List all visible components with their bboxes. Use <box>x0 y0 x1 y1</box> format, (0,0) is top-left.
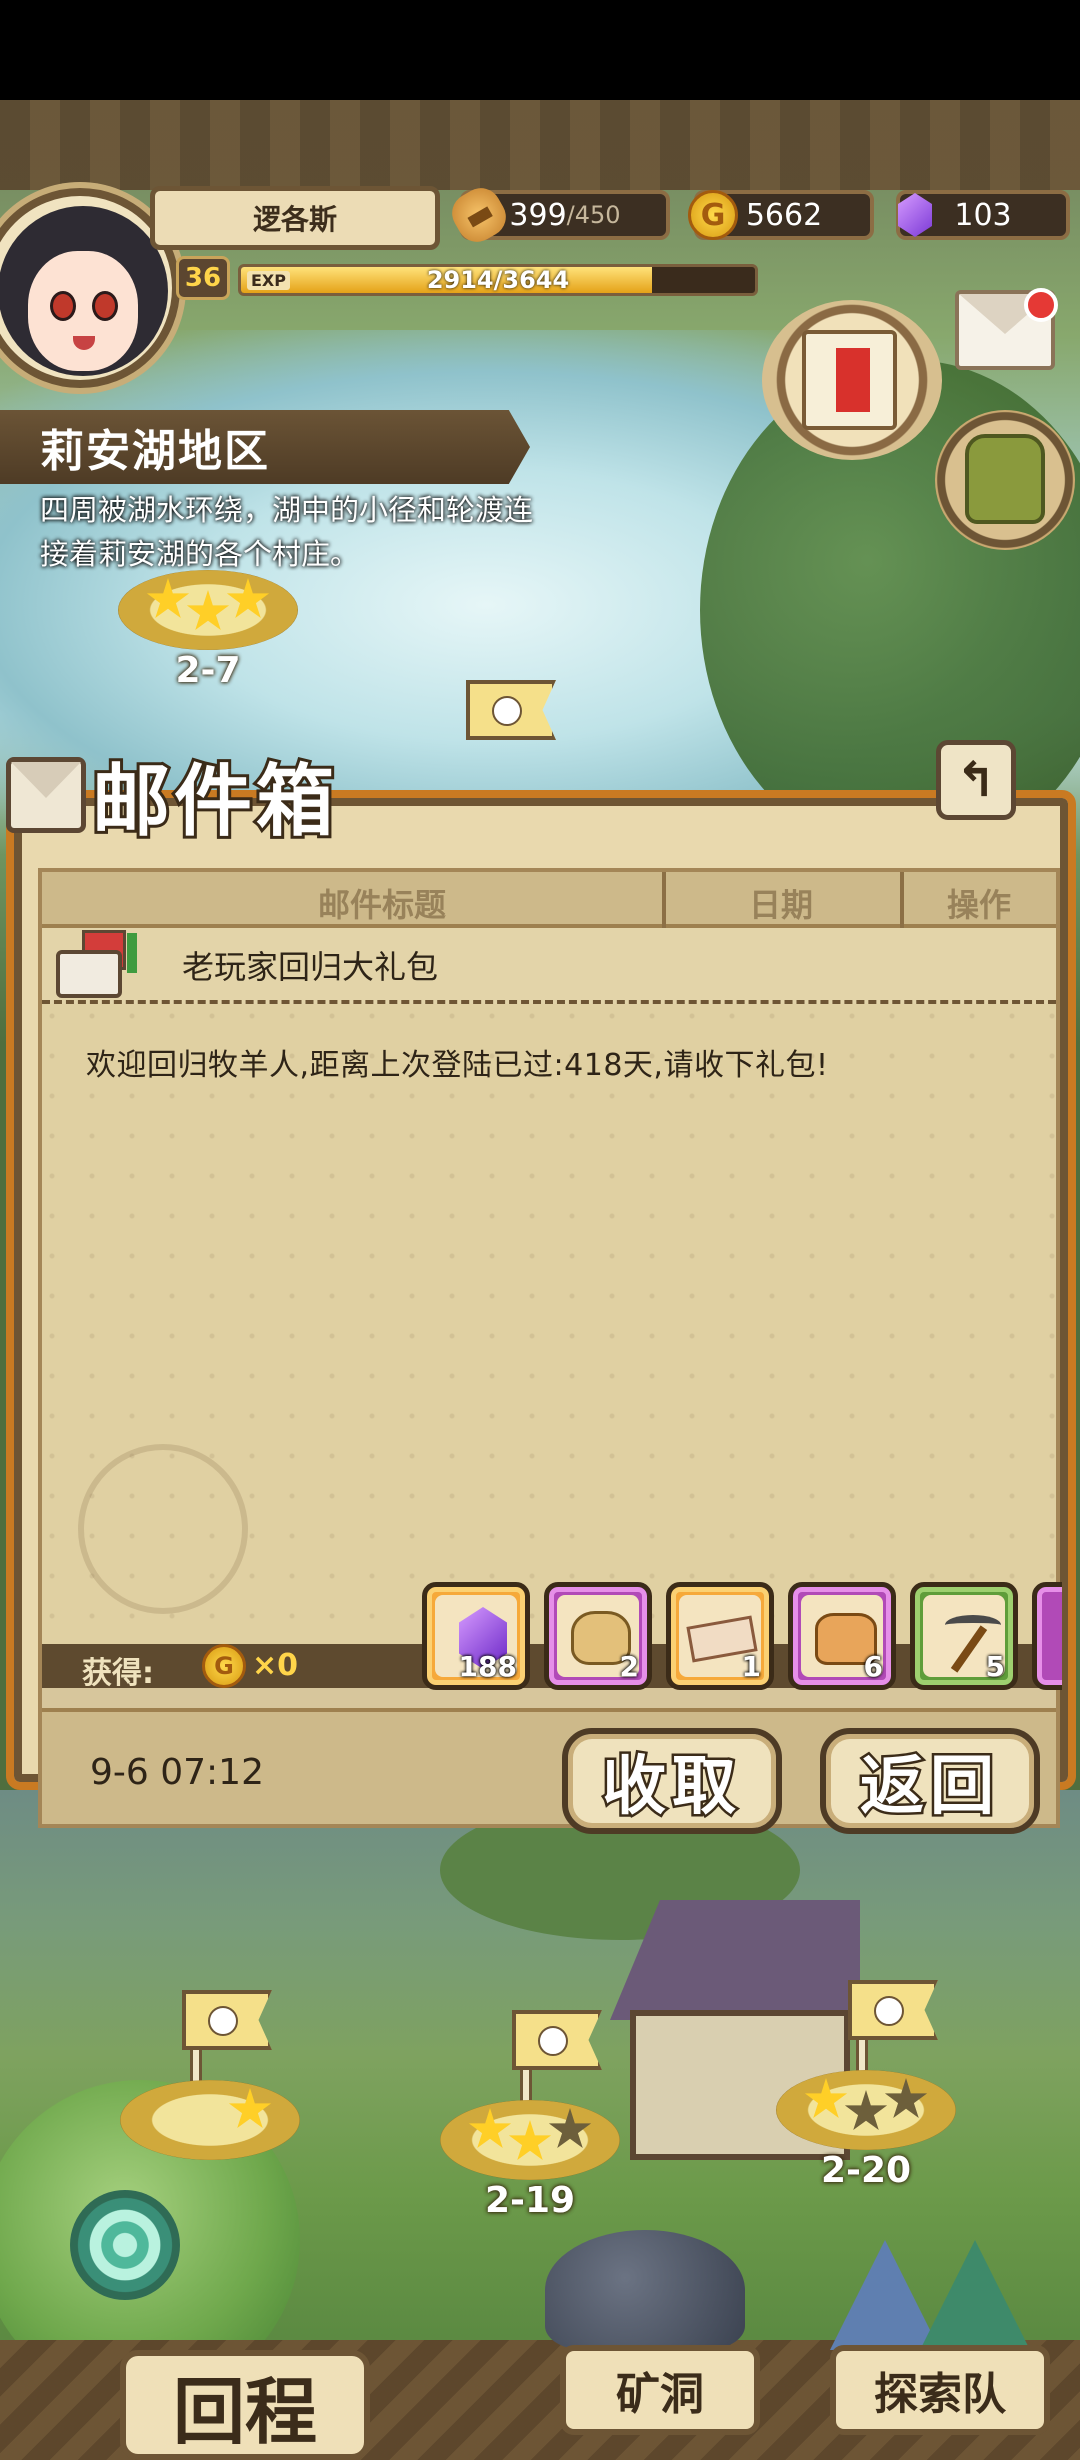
star-icon <box>844 2090 888 2131</box>
mailbox-frame: 邮件标题 日期 操作 老玩家回归大礼包 欢迎回归牧羊人,距离上次登陆已过:418… <box>6 790 1076 1834</box>
exp-value: 2914/3644 <box>426 266 570 294</box>
gem-amount: 103 <box>954 197 1012 233</box>
star-icon <box>186 590 230 631</box>
stage-label: 2-19 <box>484 2180 576 2221</box>
mail-notification-dot <box>1024 288 1058 322</box>
mailbox-envelope-icon <box>6 757 86 833</box>
return-trip-button[interactable]: 回程 <box>120 2350 370 2460</box>
star-icon <box>804 2078 848 2119</box>
envelope <box>56 950 122 998</box>
house-roof <box>610 1900 860 2020</box>
star-icon <box>226 578 270 619</box>
bread-current: 399 <box>509 197 567 233</box>
player-level-badge: 36 <box>176 256 230 300</box>
mail-subject: 老玩家回归大礼包 <box>182 948 439 986</box>
mail-item-selected[interactable]: 老玩家回归大礼包 <box>42 928 1056 1004</box>
status-bar-area <box>0 0 1080 100</box>
compass-watermark <box>78 1444 248 1614</box>
tent <box>920 2240 1030 2350</box>
exp-bar: EXP 2914/3644 <box>238 264 758 296</box>
avatar-mouth <box>73 336 95 350</box>
reward-label: 获得: <box>82 1656 154 1691</box>
avatar-eye <box>50 291 76 321</box>
mailbox-inner: 邮件标题 日期 操作 老玩家回归大礼包 欢迎回归牧羊人,距离上次登陆已过:418… <box>38 868 1062 1834</box>
bread-counter[interactable]: ▬ 399/450 <box>444 180 670 250</box>
gold-coin-icon: G <box>202 1644 246 1688</box>
mail-date: 9-6 07:12 <box>90 1752 264 1793</box>
avatar-eye <box>92 291 118 321</box>
paw-flag-icon <box>466 680 556 740</box>
reward-item-ticket[interactable]: 1 <box>666 1582 774 1690</box>
mail-table-header: 邮件标题 日期 操作 <box>42 872 1056 928</box>
star-icon <box>468 2108 512 2149</box>
stage-marker[interactable] <box>120 2080 300 2160</box>
column-subject: 邮件标题 <box>317 886 446 924</box>
mailbox-title-area: 邮件箱 <box>6 740 338 850</box>
star-icon <box>228 2088 272 2129</box>
mail-body: 欢迎回归牧羊人,距离上次登陆已过:418天,请收下礼包! <box>42 1004 1056 1644</box>
item-count: 5 <box>985 1650 1005 1683</box>
paw-flag-icon <box>182 1990 272 2050</box>
reward-gold-amount: ×0 <box>252 1648 299 1683</box>
map-wood-border <box>0 100 1080 190</box>
collect-button[interactable]: 收取 <box>562 1728 782 1834</box>
reward-item-bread-basket[interactable]: 6 <box>788 1582 896 1690</box>
star-icon <box>146 578 190 619</box>
exploration-team-button[interactable]: 探索队 <box>830 2345 1050 2435</box>
reward-item-gold-sack[interactable]: 2 <box>544 1582 652 1690</box>
tent <box>830 2240 940 2350</box>
gold-amount: 5662 <box>745 197 823 233</box>
stage-base <box>120 2080 300 2160</box>
stage-marker-2-7[interactable]: 2-7 <box>118 570 298 691</box>
gem-icon <box>890 190 940 240</box>
item-count: 188 <box>458 1650 517 1683</box>
mail-content: 欢迎回归牧羊人,距离上次登陆已过:418天,请收下礼包! <box>86 1048 829 1083</box>
quest-scroll-button[interactable] <box>762 300 942 460</box>
reward-item-partial[interactable] <box>1032 1582 1062 1690</box>
item-count: 2 <box>619 1650 639 1683</box>
stage-base <box>440 2100 620 2180</box>
stage-marker-2-19[interactable]: 2-19 <box>440 2100 620 2221</box>
avatar-face <box>28 251 138 371</box>
mine-cave-button[interactable]: 矿洞 <box>560 2345 760 2435</box>
stage-label: 2-20 <box>820 2150 912 2191</box>
backpack-icon <box>965 434 1045 524</box>
paw-flag-icon <box>512 2010 602 2070</box>
gift-mail-icon <box>56 930 137 1000</box>
mine-cave-icon <box>545 2230 745 2350</box>
star-icon <box>884 2078 928 2119</box>
return-button[interactable]: 返回 <box>820 1728 1040 1834</box>
stage-label: 2-7 <box>175 650 241 691</box>
column-date: 日期 <box>748 886 813 924</box>
column-action: 操作 <box>946 886 1011 924</box>
camp-tents-icon <box>810 2210 1050 2350</box>
reward-items[interactable]: 188 2 1 6 5 <box>422 1582 1062 1692</box>
gem-counter[interactable]: 103 <box>896 190 1070 240</box>
stage-base <box>118 570 298 650</box>
scroll-icon <box>802 330 897 430</box>
mailbox-title: 邮件箱 <box>89 753 339 850</box>
star-icon <box>508 2120 552 2161</box>
gold-counter[interactable]: G 5662 <box>688 190 874 240</box>
player-name: 逻各斯 <box>150 186 440 250</box>
item-count: 1 <box>741 1650 761 1683</box>
reward-item-pickaxe[interactable]: 5 <box>910 1582 1018 1690</box>
region-description: 四周被湖水环绕，湖中的小径和轮渡连接着莉安湖的各个村庄。 <box>40 493 534 571</box>
star-icon <box>548 2108 592 2149</box>
back-arrow-button[interactable]: ↰ <box>936 740 1016 820</box>
backpack-button[interactable] <box>935 410 1075 550</box>
mailbox-dialog: 邮件标题 日期 操作 老玩家回归大礼包 欢迎回归牧羊人,距离上次登陆已过:418… <box>6 740 1076 1834</box>
stage-marker-2-20[interactable]: 2-20 <box>776 2070 956 2191</box>
paw-flag-icon <box>848 1980 938 2040</box>
region-name: 莉安湖地区 <box>0 410 530 484</box>
item-count: 6 <box>863 1650 883 1683</box>
portal-swirl-icon[interactable] <box>70 2190 180 2300</box>
gold-coin-icon: G <box>688 190 738 240</box>
mail-footer: 9-6 07:12 收取 返回 <box>42 1708 1056 1834</box>
bread-max: /450 <box>566 201 621 229</box>
stage-base <box>776 2070 956 2150</box>
reward-item-gem[interactable]: 188 <box>422 1582 530 1690</box>
